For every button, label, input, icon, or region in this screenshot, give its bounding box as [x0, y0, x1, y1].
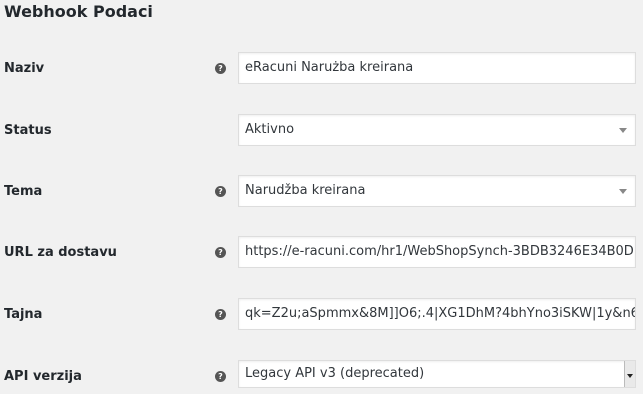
api-version-select[interactable]: Legacy API v3 (deprecated) — [238, 360, 636, 388]
delivery-url-value: https://e-racuni.com/hr1/WebShopSynch-3B… — [245, 244, 634, 259]
help-icon[interactable]: ? — [215, 309, 226, 320]
row-delivery-url: URL za dostavu ? https://e-racuni.com/hr… — [0, 236, 643, 270]
delivery-url-label: URL za dostavu — [4, 245, 117, 260]
secret-value: qk=Z2u;aSpmmx&8M]]O6;.4|XG1DhM?4bhYno3iS… — [245, 306, 636, 321]
help-icon[interactable]: ? — [215, 63, 226, 74]
chevron-down-icon — [619, 128, 627, 133]
topic-select[interactable]: Narudžba kreirana — [238, 175, 636, 207]
row-topic: Tema ? Narudžba kreirana — [0, 175, 643, 209]
status-label: Status — [4, 123, 52, 138]
secret-label: Tajna — [4, 307, 43, 322]
topic-label: Tema — [4, 184, 43, 199]
status-selected-value: Aktivno — [245, 122, 295, 137]
row-name: Naziv ? eRacuni Narużba kreirana — [0, 52, 643, 86]
section-title: Webhook Podaci — [4, 2, 153, 21]
name-input-value: eRacuni Narużba kreirana — [245, 60, 414, 75]
help-icon[interactable]: ? — [215, 186, 226, 197]
help-icon[interactable]: ? — [215, 247, 226, 258]
secret-input[interactable]: qk=Z2u;aSpmmx&8M]]O6;.4|XG1DhM?4bhYno3iS… — [238, 298, 636, 330]
api-version-label: API verzija — [4, 369, 82, 384]
row-secret: Tajna ? qk=Z2u;aSpmmx&8M]]O6;.4|XG1DhM?4… — [0, 298, 643, 332]
name-input[interactable]: eRacuni Narużba kreirana — [238, 52, 636, 84]
row-api-version: API verzija ? Legacy API v3 (deprecated) — [0, 360, 643, 394]
help-icon[interactable]: ? — [215, 371, 226, 382]
row-status: Status Aktivno — [0, 114, 643, 148]
topic-selected-value: Narudžba kreirana — [245, 183, 366, 198]
name-label: Naziv — [4, 61, 45, 76]
chevron-down-icon — [619, 189, 627, 194]
chevron-down-icon[interactable] — [624, 361, 635, 387]
api-version-selected-value: Legacy API v3 (deprecated) — [245, 366, 425, 381]
status-select[interactable]: Aktivno — [238, 114, 636, 146]
delivery-url-input[interactable]: https://e-racuni.com/hr1/WebShopSynch-3B… — [238, 236, 636, 268]
